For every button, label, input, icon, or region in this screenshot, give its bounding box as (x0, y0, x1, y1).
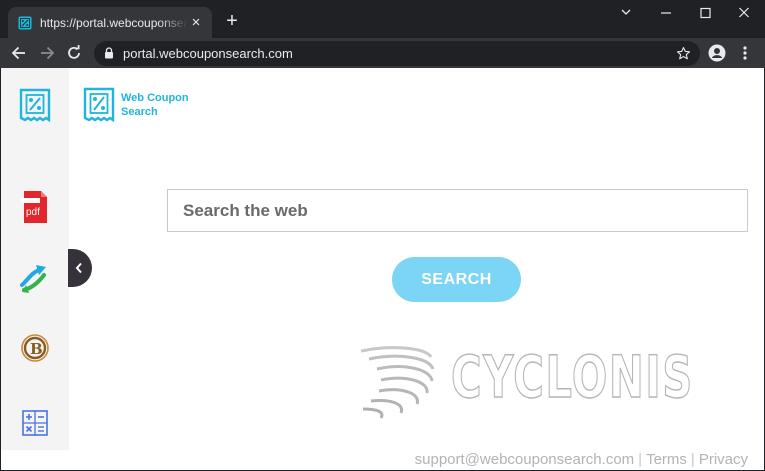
tab-close-icon[interactable]: × (188, 14, 204, 31)
browser-menu-icon[interactable] (740, 44, 750, 62)
footer-divider: | (690, 451, 695, 468)
close-window-icon[interactable] (734, 5, 754, 21)
privacy-link[interactable]: Privacy (699, 451, 748, 468)
sidebar-item-stock-chart-icon[interactable] (19, 261, 51, 295)
brand-name-line1: Web Coupon (121, 92, 189, 104)
support-email-link[interactable]: support@webcouponsearch.com (415, 451, 635, 468)
address-bar[interactable]: portal.webcouponsearch.com (94, 41, 700, 66)
terms-link[interactable]: Terms (646, 451, 687, 468)
tab-strip: https://portal.webcouponsearch.com × + (0, 0, 765, 38)
pdf-label: pdf (26, 207, 40, 218)
sidebar-item-bitcoin[interactable]: B (19, 331, 51, 365)
brand-name: Web Coupon Search (121, 91, 189, 119)
chevron-left-icon (75, 262, 82, 274)
sidebar-coupon-logo-icon[interactable] (19, 88, 51, 122)
profile-avatar-icon[interactable] (708, 44, 726, 62)
sidebar-item-calculator-icon[interactable] (19, 406, 51, 440)
reload-icon[interactable] (64, 43, 84, 63)
url-text[interactable]: portal.webcouponsearch.com (123, 46, 293, 61)
footer-divider: | (638, 451, 643, 468)
brand-name-line2: Search (121, 106, 158, 118)
cyclonis-watermark: CYCLONIS (359, 343, 719, 421)
bitcoin-glyph: B (30, 340, 43, 358)
sidebar-item-pdf[interactable]: pdf (19, 190, 51, 224)
forward-arrow-icon[interactable] (37, 43, 57, 63)
bookmark-star-icon[interactable] (676, 46, 691, 61)
search-input[interactable] (167, 189, 748, 232)
coupon-favicon-icon (18, 16, 32, 29)
browser-toolbar: portal.webcouponsearch.com (0, 38, 765, 68)
back-arrow-icon[interactable] (9, 43, 29, 63)
coupon-logo-icon (83, 87, 115, 123)
tab-title: https://portal.webcouponsearch.com (40, 15, 188, 30)
search-button[interactable]: SEARCH (392, 257, 521, 302)
browser-tab[interactable]: https://portal.webcouponsearch.com × (8, 7, 212, 38)
brand-logo[interactable]: Web Coupon Search (83, 87, 203, 123)
footer: support@webcouponsearch.com | Terms | Pr… (415, 451, 748, 468)
minimize-icon[interactable] (656, 5, 676, 21)
sidebar: pdf B (1, 68, 69, 450)
maximize-icon[interactable] (695, 5, 715, 21)
cyclonis-swirl-icon (360, 346, 435, 419)
cyclonis-watermark-text: CYCLONIS (450, 343, 694, 411)
sidebar-collapse-button[interactable] (68, 249, 92, 287)
page-viewport: pdf B Web Coupon Search Search the web S… (1, 68, 764, 470)
tab-search-chevron-icon[interactable] (616, 5, 636, 21)
new-tab-icon[interactable]: + (222, 11, 242, 31)
lock-icon[interactable] (104, 47, 114, 60)
